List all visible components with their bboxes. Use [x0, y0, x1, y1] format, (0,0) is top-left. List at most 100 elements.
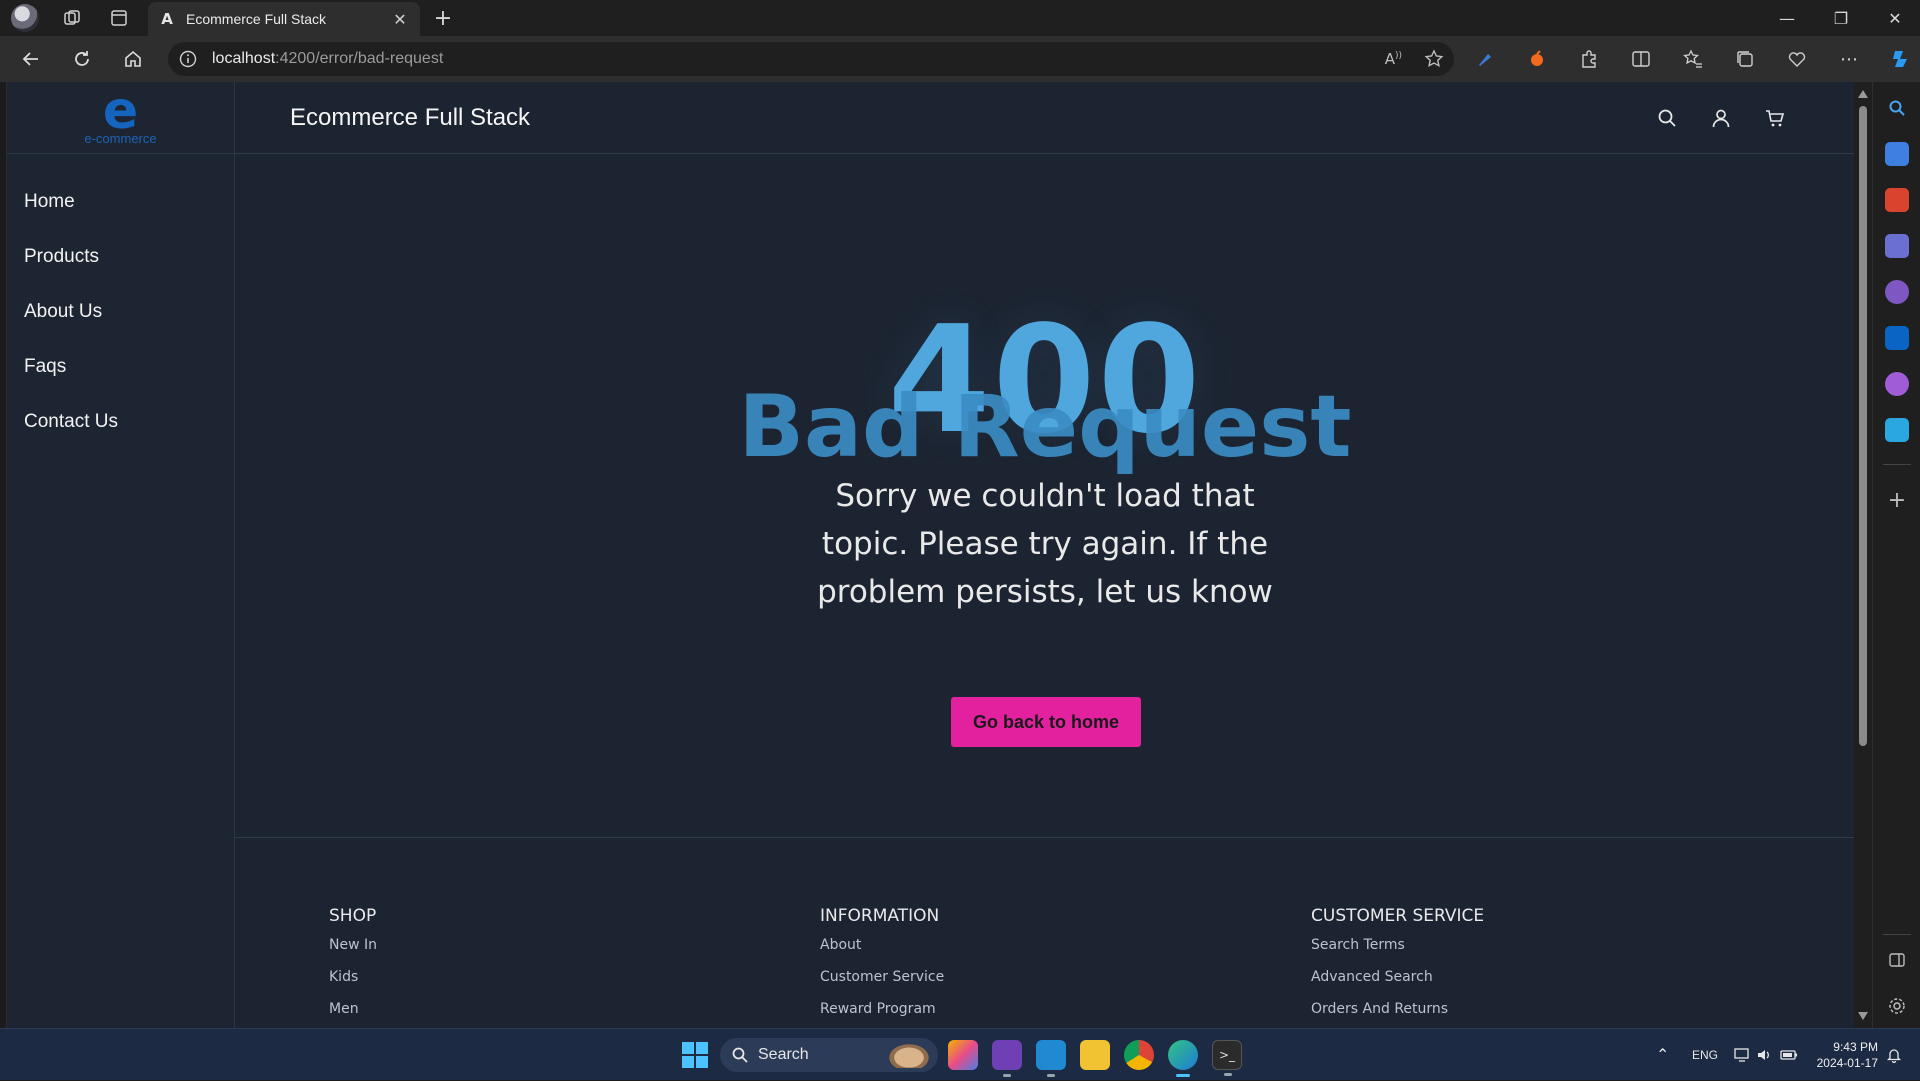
sidebar-divider	[1883, 464, 1911, 465]
go-back-home-button[interactable]: Go back to home	[951, 697, 1141, 747]
language-indicator[interactable]: ENG	[1692, 1029, 1718, 1081]
file-explorer-icon[interactable]	[1080, 1040, 1110, 1070]
hide-sidebar-icon[interactable]	[1885, 948, 1909, 972]
scroll-up-arrow-icon[interactable]	[1858, 90, 1868, 98]
browser-essentials-icon[interactable]	[1778, 40, 1816, 78]
url-path: :4200/error/bad-request	[275, 50, 444, 67]
colorful-app-icon[interactable]	[948, 1040, 978, 1070]
back-button[interactable]	[6, 36, 56, 82]
clock-date: 2024-01-17	[1816, 1056, 1878, 1070]
footer-link[interactable]: Advanced Search	[1311, 966, 1484, 998]
taskbar-search-label: Search	[758, 1046, 809, 1063]
designer-icon[interactable]	[1885, 372, 1909, 396]
windows-start-icon[interactable]	[682, 1042, 708, 1068]
sidebar-item-about-us[interactable]: About Us	[7, 284, 234, 339]
shopping-tag-icon[interactable]	[1885, 142, 1909, 166]
close-tab-icon[interactable]: ✕	[390, 10, 410, 29]
extensions-puzzle-icon[interactable]	[1570, 40, 1608, 78]
footer-heading: SHOP	[329, 906, 377, 926]
top-header: Ecommerce Full Stack	[235, 82, 1854, 154]
footer-column-shop: SHOP New In Kids Men	[329, 906, 377, 1028]
sidebar-item-products[interactable]: Products	[7, 229, 234, 284]
angular-icon: A	[161, 10, 173, 28]
tab-active[interactable]: A Ecommerce Full Stack ✕	[148, 2, 420, 36]
page-scrollbar[interactable]	[1854, 82, 1872, 1028]
volume-icon[interactable]	[1756, 1029, 1772, 1081]
search-icon	[732, 1047, 748, 1063]
search-highlight-image	[886, 1042, 932, 1068]
battery-icon[interactable]	[1780, 1029, 1798, 1081]
system-clock[interactable]: 9:43 PM 2024-01-17	[1817, 1039, 1878, 1071]
search-icon[interactable]	[1655, 106, 1679, 130]
edge-sidebar: +	[1872, 82, 1920, 1028]
extension-pen-icon[interactable]	[1466, 40, 1504, 78]
show-hidden-icons-chevron-icon[interactable]: ⌃	[1656, 1029, 1669, 1081]
restore-button[interactable]: ❐	[1818, 0, 1864, 36]
vscode-icon[interactable]	[1036, 1040, 1066, 1077]
logo[interactable]: e e-commerce	[7, 82, 234, 154]
url-field[interactable]: localhost:4200/error/bad-request A))	[168, 42, 1454, 76]
cart-icon[interactable]	[1763, 106, 1787, 130]
copilot-icon[interactable]	[1882, 40, 1920, 78]
add-icon[interactable]: +	[1885, 488, 1909, 513]
games-icon[interactable]	[1885, 234, 1909, 258]
clock-time: 9:43 PM	[1833, 1040, 1878, 1054]
footer-column-customer-service: CUSTOMER SERVICE Search Terms Advanced S…	[1311, 906, 1484, 1028]
minimize-button[interactable]: —	[1764, 0, 1810, 36]
settings-gear-icon[interactable]	[1885, 994, 1909, 1018]
taskbar-search-box[interactable]: Search	[720, 1038, 938, 1072]
brand-title[interactable]: Ecommerce Full Stack	[290, 104, 530, 132]
footer-link[interactable]: Reward Program	[820, 998, 944, 1028]
scroll-thumb[interactable]	[1859, 106, 1867, 746]
collections-icon[interactable]	[1726, 40, 1764, 78]
new-tab-button[interactable]: +	[428, 0, 458, 36]
footer-link[interactable]: Kids	[329, 966, 377, 998]
reload-button[interactable]	[57, 36, 107, 82]
network-icon[interactable]	[1734, 1029, 1750, 1081]
footer-link[interactable]: Men	[329, 998, 377, 1028]
sidebar-item-home[interactable]: Home	[7, 174, 234, 229]
microsoft-365-icon[interactable]	[1885, 280, 1909, 304]
footer-link[interactable]: Orders And Returns	[1311, 998, 1484, 1028]
split-screen-icon[interactable]	[1622, 40, 1660, 78]
footer-link[interactable]: Search Terms	[1311, 934, 1484, 966]
sidebar-nav: Home Products About Us Faqs Contact Us	[7, 154, 234, 449]
footer: SHOP New In Kids Men INFORMATION About C…	[235, 838, 1854, 1028]
main-content: Ecommerce Full Stack 400 Bad Request Sor…	[235, 82, 1854, 1028]
tools-briefcase-icon[interactable]	[1885, 188, 1909, 212]
close-window-button[interactable]: ✕	[1872, 0, 1918, 36]
footer-link[interactable]: Customer Service	[820, 966, 944, 998]
footer-link[interactable]: New In	[329, 934, 377, 966]
site-info-icon[interactable]	[168, 50, 208, 68]
profile-avatar[interactable]	[11, 4, 39, 32]
notifications-bell-icon[interactable]	[1886, 1029, 1902, 1081]
sidebar-item-contact-us[interactable]: Contact Us	[7, 394, 234, 449]
more-options-icon[interactable]: ⋯	[1830, 40, 1868, 78]
browser-tab-bar: A Ecommerce Full Stack ✕ + — ❐ ✕	[0, 0, 1920, 36]
error-message: Sorry we couldn't load that topic. Pleas…	[817, 478, 1273, 610]
outlook-icon[interactable]	[1885, 326, 1909, 350]
user-icon[interactable]	[1709, 106, 1733, 130]
favorite-star-icon[interactable]	[1424, 49, 1444, 69]
footer-heading: INFORMATION	[820, 906, 940, 926]
page-viewport: e e-commerce Home Products About Us Faqs…	[6, 82, 1854, 1028]
scroll-down-arrow-icon[interactable]	[1858, 1012, 1868, 1020]
sidebar-search-icon[interactable]	[1885, 96, 1909, 120]
url-host: localhost	[212, 50, 276, 67]
favorites-icon[interactable]	[1674, 40, 1712, 78]
workspaces-icon[interactable]	[54, 0, 90, 36]
error-title: Bad Request	[738, 377, 1352, 477]
logo-text: e-commerce	[84, 131, 157, 146]
footer-link[interactable]: About	[820, 934, 944, 966]
visual-studio-icon[interactable]	[992, 1040, 1022, 1077]
extension-orange-icon[interactable]	[1518, 40, 1556, 78]
sidebar-item-faqs[interactable]: Faqs	[7, 339, 234, 394]
send-icon[interactable]	[1885, 418, 1909, 442]
tab-actions-icon[interactable]	[101, 0, 137, 36]
home-icon[interactable]	[108, 36, 158, 82]
footer-column-information: INFORMATION About Customer Service Rewar…	[820, 906, 944, 1028]
chrome-icon[interactable]	[1124, 1040, 1154, 1070]
terminal-icon[interactable]: >_	[1212, 1040, 1242, 1076]
edge-icon[interactable]	[1168, 1040, 1198, 1077]
read-aloud-icon[interactable]: A))	[1385, 50, 1402, 68]
